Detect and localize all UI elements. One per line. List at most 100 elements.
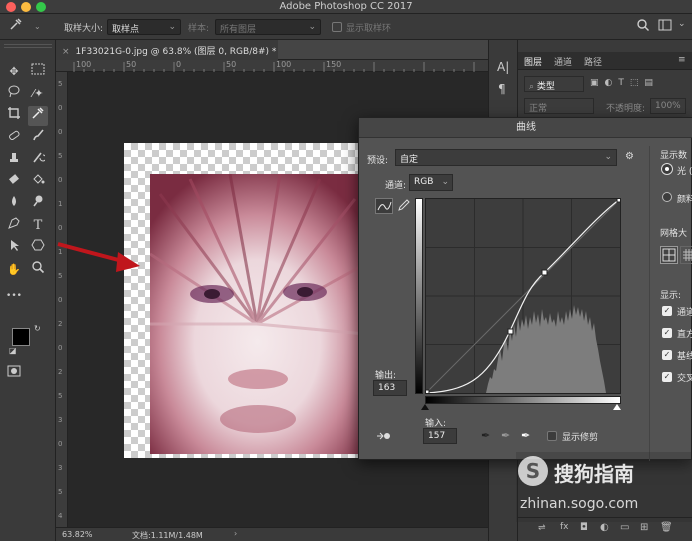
intersection-checkbox[interactable]: ✓: [662, 372, 672, 382]
layer-filter-icons[interactable]: ▣◐T⬚▤: [590, 78, 686, 90]
history-brush-tool-icon[interactable]: [28, 150, 48, 170]
paragraph-panel-icon[interactable]: ¶: [498, 82, 506, 96]
on-image-adjust-icon[interactable]: [375, 430, 391, 445]
opacity-input[interactable]: 100%: [650, 98, 686, 114]
lasso-tool-icon[interactable]: [4, 84, 24, 104]
eyedropper-preset-icon[interactable]: [6, 17, 26, 37]
detailed-grid-button[interactable]: [680, 246, 692, 264]
blend-mode-select[interactable]: 正常: [524, 98, 594, 114]
panel-menu-icon[interactable]: ≡: [678, 55, 686, 65]
sample-size-select[interactable]: 取样点 ⌄: [107, 19, 181, 35]
tools-panel: ✥ ⁄✦ T ✋ ••• ↻ ◪: [0, 40, 56, 541]
chevron-down-icon[interactable]: ⌄: [34, 22, 41, 31]
light-label: 光 (: [677, 167, 692, 177]
quick-mask-icon[interactable]: [4, 364, 24, 384]
type-tool-icon[interactable]: T: [28, 216, 48, 236]
curve-point[interactable]: [423, 389, 430, 396]
default-colors-icon[interactable]: ◪: [9, 346, 17, 355]
curve-point-tool-icon[interactable]: [375, 198, 393, 214]
display-amount-label: 显示数: [660, 151, 688, 161]
close-icon[interactable]: ×: [62, 47, 70, 57]
healing-brush-tool-icon[interactable]: [4, 128, 24, 148]
magic-wand-tool-icon[interactable]: ⁄✦: [28, 84, 48, 104]
light-radio[interactable]: [662, 164, 672, 174]
swap-colors-icon[interactable]: ↻: [34, 324, 41, 333]
move-tool-icon[interactable]: ✥: [4, 62, 24, 82]
simple-grid-button[interactable]: [660, 246, 678, 264]
pigment-radio[interactable]: [662, 192, 672, 202]
chevron-down-icon[interactable]: ⌄: [678, 19, 686, 29]
channel-select[interactable]: RGB ⌄: [409, 174, 453, 191]
show-ring-checkbox[interactable]: [332, 22, 342, 32]
tab-paths[interactable]: 路径: [584, 55, 602, 68]
baseline-checkbox[interactable]: ✓: [662, 350, 672, 360]
ruler-tick-label: 2: [58, 368, 63, 376]
curve-point[interactable]: [616, 196, 623, 203]
shape-tool-icon[interactable]: [28, 238, 48, 258]
eyedropper-tool-icon[interactable]: [28, 106, 48, 126]
link-icon[interactable]: ⇌: [538, 523, 546, 533]
channel-label: 通道:: [385, 181, 407, 191]
black-point-slider[interactable]: [421, 404, 429, 410]
curves-graph[interactable]: [423, 196, 623, 396]
layer-filter-select[interactable]: ⌕ 类型: [524, 76, 584, 92]
white-point-slider[interactable]: [613, 404, 621, 410]
white-eyedropper-icon[interactable]: ✒: [521, 429, 530, 442]
overlay-channels-checkbox[interactable]: ✓: [662, 306, 672, 316]
option-baseline-label: 基线: [677, 352, 692, 362]
output-input[interactable]: 163: [373, 380, 407, 396]
mask-icon[interactable]: ◘: [580, 522, 588, 533]
ruler-tick-label: 0: [58, 440, 63, 448]
curves-dialog-title[interactable]: 曲线: [359, 118, 692, 138]
crop-tool-icon[interactable]: [4, 106, 24, 126]
hand-tool-icon[interactable]: ✋: [4, 260, 24, 280]
search-icon[interactable]: [636, 18, 650, 35]
chevron-right-icon[interactable]: ›: [234, 529, 237, 538]
character-panel-icon[interactable]: A|: [497, 60, 509, 74]
ruler-tick-label: 0: [58, 176, 63, 184]
pencil-icon[interactable]: [397, 198, 411, 215]
tab-channels[interactable]: 通道: [554, 55, 572, 68]
input-gradient-bar: [425, 396, 621, 404]
blur-tool-icon[interactable]: [4, 194, 24, 214]
folder-icon[interactable]: ▭: [620, 522, 629, 533]
curves-dialog: 曲线 预设: 自定 ⌄ ⚙ 通道: RGB ⌄ 输出: 163 输入: 157 …: [358, 117, 692, 461]
ruler-tick-label: 3: [58, 464, 63, 472]
adjustment-icon[interactable]: ◐: [600, 522, 609, 533]
histogram-checkbox[interactable]: ✓: [662, 328, 672, 338]
more-tools-icon[interactable]: •••: [4, 286, 24, 306]
zoom-level[interactable]: 63.82%: [62, 530, 93, 539]
curve-point[interactable]: [507, 328, 514, 335]
tab-layers[interactable]: 图层: [524, 55, 542, 68]
show-clipping-checkbox[interactable]: [547, 431, 557, 441]
foreground-color-swatch[interactable]: [12, 328, 30, 346]
sample-value: 所有图层: [220, 25, 257, 35]
zoom-tool-icon[interactable]: [28, 260, 48, 280]
new-layer-icon[interactable]: ⊞: [640, 522, 648, 533]
sample-size-value: 取样点: [112, 25, 140, 35]
paint-bucket-tool-icon[interactable]: [28, 172, 48, 192]
eraser-tool-icon[interactable]: [4, 172, 24, 192]
workspace-icon[interactable]: [658, 18, 672, 35]
path-selection-tool-icon[interactable]: [4, 238, 24, 258]
panel-grip[interactable]: [4, 44, 52, 48]
trash-icon[interactable]: 🗑: [660, 522, 673, 533]
option-histogram-label: 直方: [677, 330, 692, 340]
marquee-tool-icon[interactable]: [28, 62, 48, 82]
black-eyedropper-icon[interactable]: ✒: [481, 429, 490, 442]
pen-tool-icon[interactable]: [4, 216, 24, 236]
ruler-tick-label: 1: [58, 200, 63, 208]
curve-point[interactable]: [541, 269, 548, 276]
clone-stamp-tool-icon[interactable]: [4, 150, 24, 170]
input-input[interactable]: 157: [423, 428, 457, 444]
document-tab[interactable]: × 1F33021G-0.jpg @ 63.8% (图层 0, RGB/8#) *: [56, 40, 278, 60]
gray-eyedropper-icon[interactable]: ✒: [501, 429, 510, 442]
dodge-tool-icon[interactable]: [28, 194, 48, 214]
preset-select[interactable]: 自定 ⌄: [395, 149, 617, 166]
sample-select[interactable]: 所有图层 ⌄: [215, 19, 321, 35]
preset-label: 预设:: [367, 156, 389, 166]
fx-icon[interactable]: fx: [560, 522, 569, 532]
watermark: S 搜狗指南 zhinan.sogo.com: [516, 452, 692, 522]
gear-icon[interactable]: ⚙: [625, 151, 634, 162]
brush-tool-icon[interactable]: [28, 128, 48, 148]
